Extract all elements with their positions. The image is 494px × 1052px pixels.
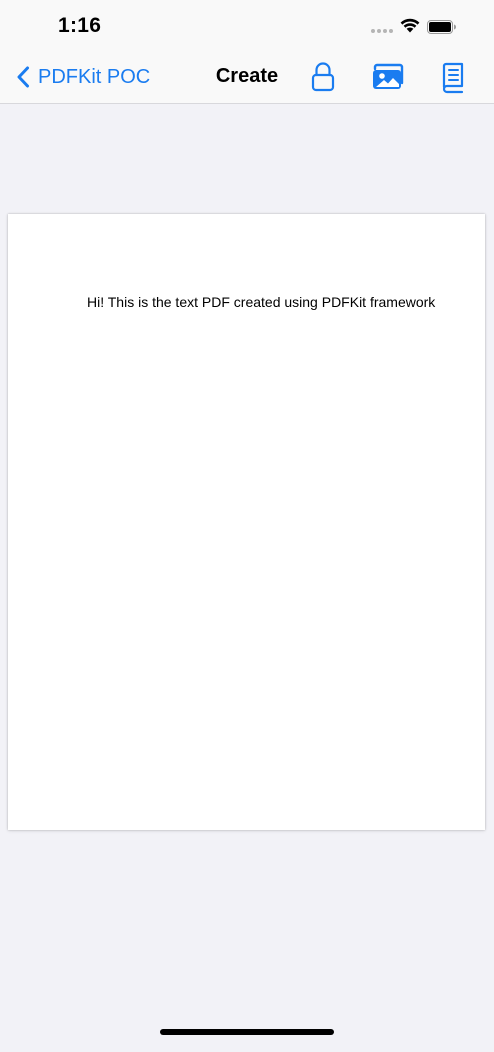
pdf-text: Hi! This is the text PDF created using P…: [87, 294, 436, 310]
photo-library-icon: [373, 63, 404, 89]
battery-icon: [427, 20, 457, 39]
navigation-bar: PDFKit POC Create: [0, 50, 494, 104]
lock-button[interactable]: [310, 60, 336, 94]
book-button[interactable]: [440, 60, 466, 94]
book-icon: [442, 62, 464, 94]
cellular-signal-icon: [371, 29, 395, 35]
status-time: 1:16: [58, 14, 102, 37]
app-screen: 1:16 PDFKit POC Create Hi! This is the t…: [0, 0, 494, 1052]
chevron-left-icon: [17, 66, 29, 88]
photo-library-button[interactable]: [370, 60, 406, 94]
pdf-page[interactable]: Hi! This is the text PDF created using P…: [8, 214, 485, 830]
lock-icon: [311, 62, 335, 92]
back-button-label: PDFKit POC: [38, 65, 151, 88]
back-button[interactable]: PDFKit POC: [16, 63, 150, 91]
status-bar: 1:16: [0, 0, 494, 50]
wifi-icon: [400, 17, 420, 38]
page-title: Create: [215, 65, 279, 87]
home-indicator[interactable]: [160, 1029, 334, 1035]
